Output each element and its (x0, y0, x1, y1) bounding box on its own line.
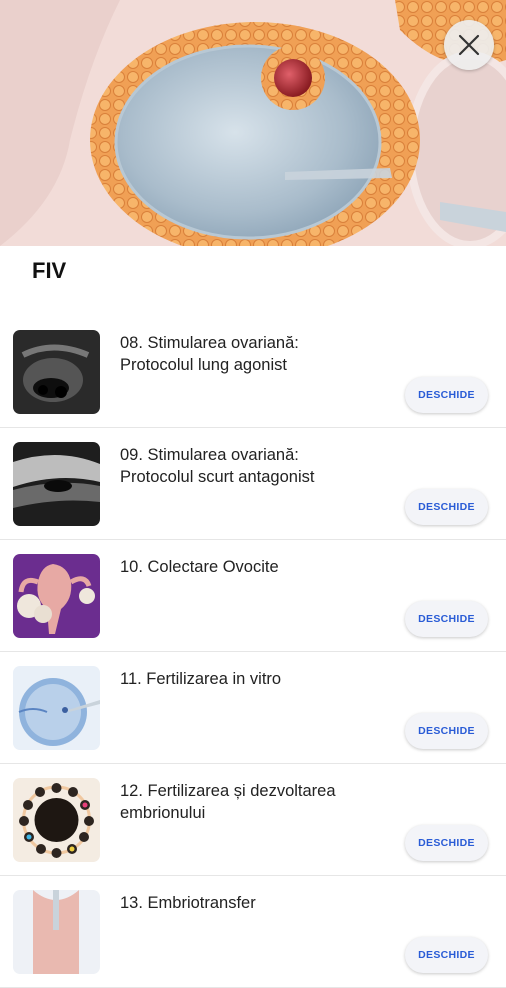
item-title: 13. Embriotransfer (120, 894, 256, 912)
open-button[interactable]: DESCHIDE (405, 377, 488, 413)
item-title: 11. Fertilizarea in vitro (120, 670, 282, 688)
video-list: 08. Stimularea ovariană: Protocolul lung… (0, 316, 506, 988)
embryo-transfer-thumbnail (13, 890, 100, 974)
open-button[interactable]: DESCHIDE (405, 825, 488, 861)
item-title: 09. Stimularea ovariană: Protocolul scur… (120, 446, 315, 486)
item-title: 10. Colectare Ovocite (120, 558, 279, 576)
list-item[interactable]: 11. Fertilizarea in vitro DESCHIDE (0, 652, 506, 764)
list-item[interactable]: 10. Colectare Ovocite DESCHIDE (0, 540, 506, 652)
close-button[interactable] (444, 20, 494, 70)
ultrasound-thumbnail (13, 330, 100, 414)
page-title: FIV (32, 258, 67, 283)
open-button[interactable]: DESCHIDE (405, 713, 488, 749)
uterus-thumbnail (13, 554, 100, 638)
list-item[interactable]: 12. Fertilizarea și dezvoltarea embrionu… (0, 764, 506, 876)
fertilization-thumbnail (13, 666, 100, 750)
open-button[interactable]: DESCHIDE (405, 937, 488, 973)
list-item[interactable]: 09. Stimularea ovariană: Protocolul scur… (0, 428, 506, 540)
list-item[interactable]: 08. Stimularea ovariană: Protocolul lung… (0, 316, 506, 428)
item-title: 08. Stimularea ovariană: Protocolul lung… (120, 334, 299, 374)
embryo-thumbnail (13, 778, 100, 862)
ultrasound-thumbnail (13, 442, 100, 526)
hero-illustration (0, 0, 506, 246)
list-item[interactable]: 13. Embriotransfer DESCHIDE (0, 876, 506, 988)
close-icon (458, 34, 480, 56)
item-title: 12. Fertilizarea și dezvoltarea embrionu… (120, 782, 336, 822)
open-button[interactable]: DESCHIDE (405, 489, 488, 525)
open-button[interactable]: DESCHIDE (405, 601, 488, 637)
